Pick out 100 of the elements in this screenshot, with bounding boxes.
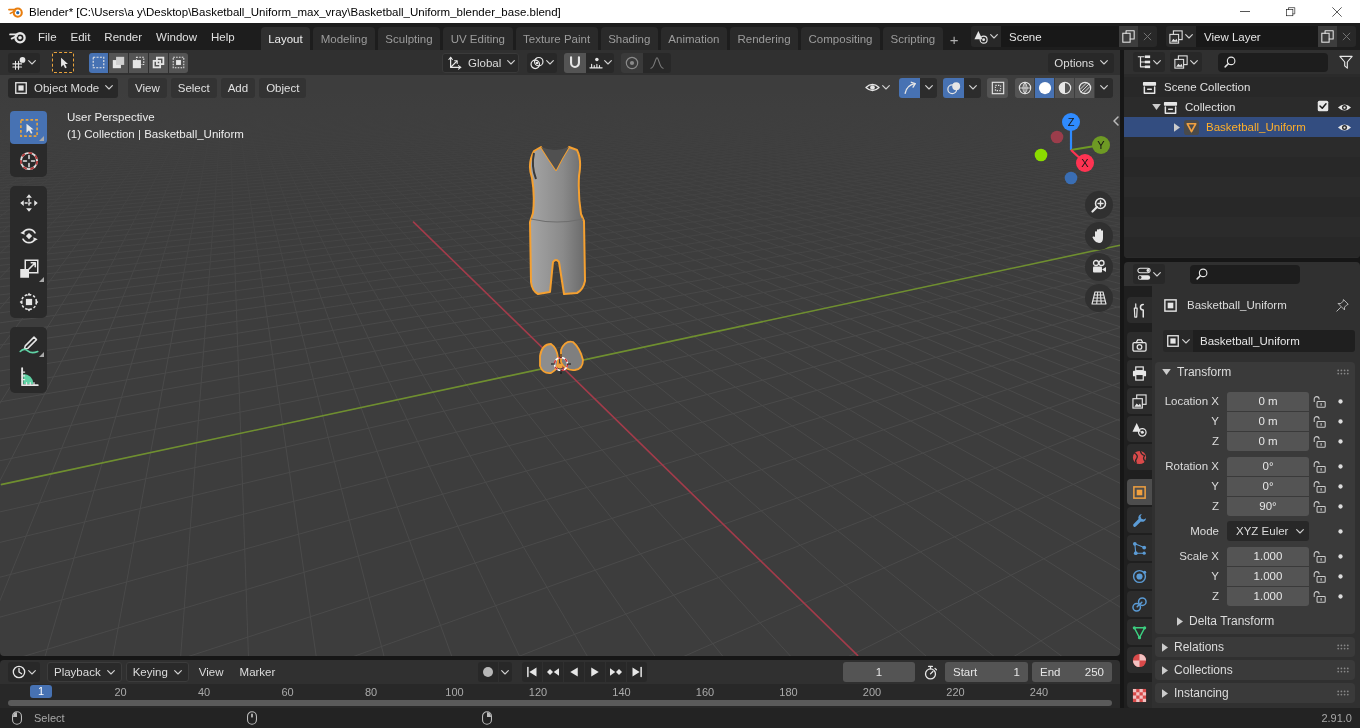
- select-mode-button[interactable]: [169, 52, 188, 73]
- properties-tab[interactable]: [1127, 682, 1152, 708]
- number-field[interactable]: 0°: [1227, 476, 1309, 496]
- axis-ball-icon[interactable]: [1034, 148, 1048, 162]
- workspace-tab[interactable]: Shading: [600, 27, 658, 50]
- properties-tab[interactable]: [1127, 591, 1152, 617]
- menu-button[interactable]: View: [192, 662, 230, 682]
- menu-button[interactable]: View: [128, 77, 167, 98]
- options-dropdown[interactable]: Options: [1048, 52, 1114, 73]
- menu-item[interactable]: File: [31, 26, 64, 47]
- new-scene-button[interactable]: [1119, 26, 1138, 47]
- unlocked-icon[interactable]: [1313, 394, 1326, 408]
- search-field[interactable]: [1190, 264, 1300, 284]
- panel-title[interactable]: Transform: [1177, 365, 1232, 379]
- pin-icon[interactable]: [1336, 298, 1349, 312]
- keyframe-dot-icon[interactable]: [1338, 553, 1343, 559]
- workspace-tab[interactable]: Layout: [260, 27, 311, 50]
- menu-button[interactable]: Object: [259, 77, 307, 98]
- viewport-toggle-button[interactable]: [943, 77, 964, 98]
- properties-tab[interactable]: [1127, 360, 1152, 386]
- disclosure-triangle-icon[interactable]: [1151, 104, 1161, 110]
- viewport-area[interactable]: Global Options Object Mode View Select Add Object User Perspective (1) Collection | Basketball_Uniform Z Y X: [0, 50, 1120, 656]
- menu-dropdown[interactable]: Keying: [125, 662, 189, 682]
- menu-item[interactable]: Edit: [63, 26, 98, 47]
- keyframe-dot-icon[interactable]: [1338, 573, 1343, 579]
- uniform-model[interactable]: [528, 146, 586, 295]
- delete-scene-button[interactable]: [1138, 26, 1157, 47]
- menu-item[interactable]: Render: [97, 26, 150, 47]
- unlocked-icon[interactable]: [1313, 434, 1326, 448]
- properties-tab[interactable]: [1127, 388, 1152, 414]
- number-field[interactable]: 1.000: [1227, 566, 1309, 586]
- playback-button[interactable]: [521, 662, 542, 682]
- outliner-row[interactable]: Basketball_Uniform: [1124, 117, 1360, 137]
- disclosure-triangle-icon[interactable]: [1174, 122, 1180, 132]
- keyframe-dot-icon[interactable]: [1338, 483, 1343, 489]
- subpanel-title[interactable]: Delta Transform: [1189, 614, 1275, 628]
- workspace-tab[interactable]: Texture Paint: [515, 27, 598, 50]
- editor-type-button[interactable]: [8, 662, 40, 682]
- drag-handle-icon[interactable]: [1337, 644, 1349, 650]
- playback-button[interactable]: [563, 662, 584, 682]
- object-browse-button[interactable]: [1163, 330, 1193, 352]
- number-field[interactable]: 90°: [1227, 496, 1309, 516]
- current-frame-field[interactable]: 1: [843, 662, 915, 682]
- snap-target-dropdown[interactable]: [586, 52, 614, 73]
- filter-icon[interactable]: [1339, 55, 1353, 69]
- menu-item[interactable]: Help: [204, 26, 242, 47]
- falloff-dropdown[interactable]: [643, 52, 671, 73]
- proportional-edit-button[interactable]: [621, 52, 643, 73]
- menu-button[interactable]: Marker: [233, 662, 282, 682]
- workspace-tab[interactable]: UV Editing: [443, 27, 513, 50]
- viewport-toggle-button[interactable]: [987, 77, 1008, 98]
- number-field[interactable]: 0°: [1227, 456, 1309, 476]
- properties-tab[interactable]: [1127, 297, 1152, 323]
- select-mode-button[interactable]: [129, 52, 148, 73]
- frame-ruler[interactable]: 1 20 40 60 80 100 120 140 160 180 200 220 240: [0, 684, 1120, 708]
- keyframe-dot-icon[interactable]: [1338, 528, 1343, 534]
- playback-button[interactable]: [605, 662, 626, 682]
- display-mode-dropdown[interactable]: [1133, 52, 1165, 72]
- view-layer-browse-button[interactable]: [1166, 26, 1196, 47]
- add-workspace-button[interactable]: +: [945, 28, 963, 50]
- end-frame-field[interactable]: End 250: [1032, 662, 1112, 682]
- name-field[interactable]: Basketball_Uniform: [1193, 330, 1355, 352]
- unlocked-icon[interactable]: [1313, 589, 1326, 603]
- keyframe-dot-icon[interactable]: [1338, 463, 1343, 469]
- menu-dropdown[interactable]: Playback: [47, 662, 122, 682]
- start-frame-field[interactable]: Start 1: [945, 662, 1028, 682]
- properties-tab[interactable]: [1127, 507, 1152, 533]
- drag-handle-icon[interactable]: [1337, 667, 1349, 673]
- shading-options-dropdown[interactable]: [1095, 77, 1113, 98]
- number-field[interactable]: 0 m: [1227, 431, 1309, 451]
- chevron-icon[interactable]: [1113, 116, 1119, 126]
- select-mode-button[interactable]: [149, 52, 168, 73]
- disclosure-triangle-icon[interactable]: [1177, 616, 1183, 626]
- editor-type-button[interactable]: [1133, 264, 1165, 284]
- select-mode-button[interactable]: [109, 52, 128, 73]
- unlocked-icon[interactable]: [1313, 569, 1326, 583]
- scene-name-field[interactable]: Scene: [1001, 26, 1119, 47]
- editor-type-button[interactable]: [8, 52, 40, 73]
- shoes-model[interactable]: [539, 340, 584, 374]
- keyframe-dot-icon[interactable]: [1338, 438, 1343, 444]
- unlocked-icon[interactable]: [1313, 414, 1326, 428]
- properties-tab[interactable]: [1127, 535, 1152, 561]
- horizontal-scrollbar[interactable]: [8, 700, 1112, 706]
- drag-handle-icon[interactable]: [1337, 690, 1349, 696]
- mode-dropdown[interactable]: Object Mode: [8, 77, 118, 98]
- drag-handle-icon[interactable]: [1337, 369, 1349, 375]
- search-field[interactable]: [1218, 52, 1328, 72]
- auto-keying-button[interactable]: [477, 662, 498, 682]
- number-field[interactable]: 1.000: [1227, 586, 1309, 606]
- panel-header[interactable]: Collections: [1155, 660, 1355, 680]
- workspace-tab[interactable]: Scripting: [883, 27, 943, 50]
- select-mode-button[interactable]: [89, 52, 108, 73]
- unlocked-icon[interactable]: [1313, 479, 1326, 493]
- properties-tab[interactable]: [1127, 619, 1152, 645]
- delete-view-layer-button[interactable]: [1337, 26, 1356, 47]
- dropdown-field[interactable]: XYZ Euler: [1227, 521, 1309, 541]
- workspace-tab[interactable]: Sculpting: [377, 27, 441, 50]
- viewport-toggle-button[interactable]: [899, 77, 920, 98]
- number-field[interactable]: 0 m: [1227, 411, 1309, 431]
- scene-cursor-icon[interactable]: [550, 353, 572, 375]
